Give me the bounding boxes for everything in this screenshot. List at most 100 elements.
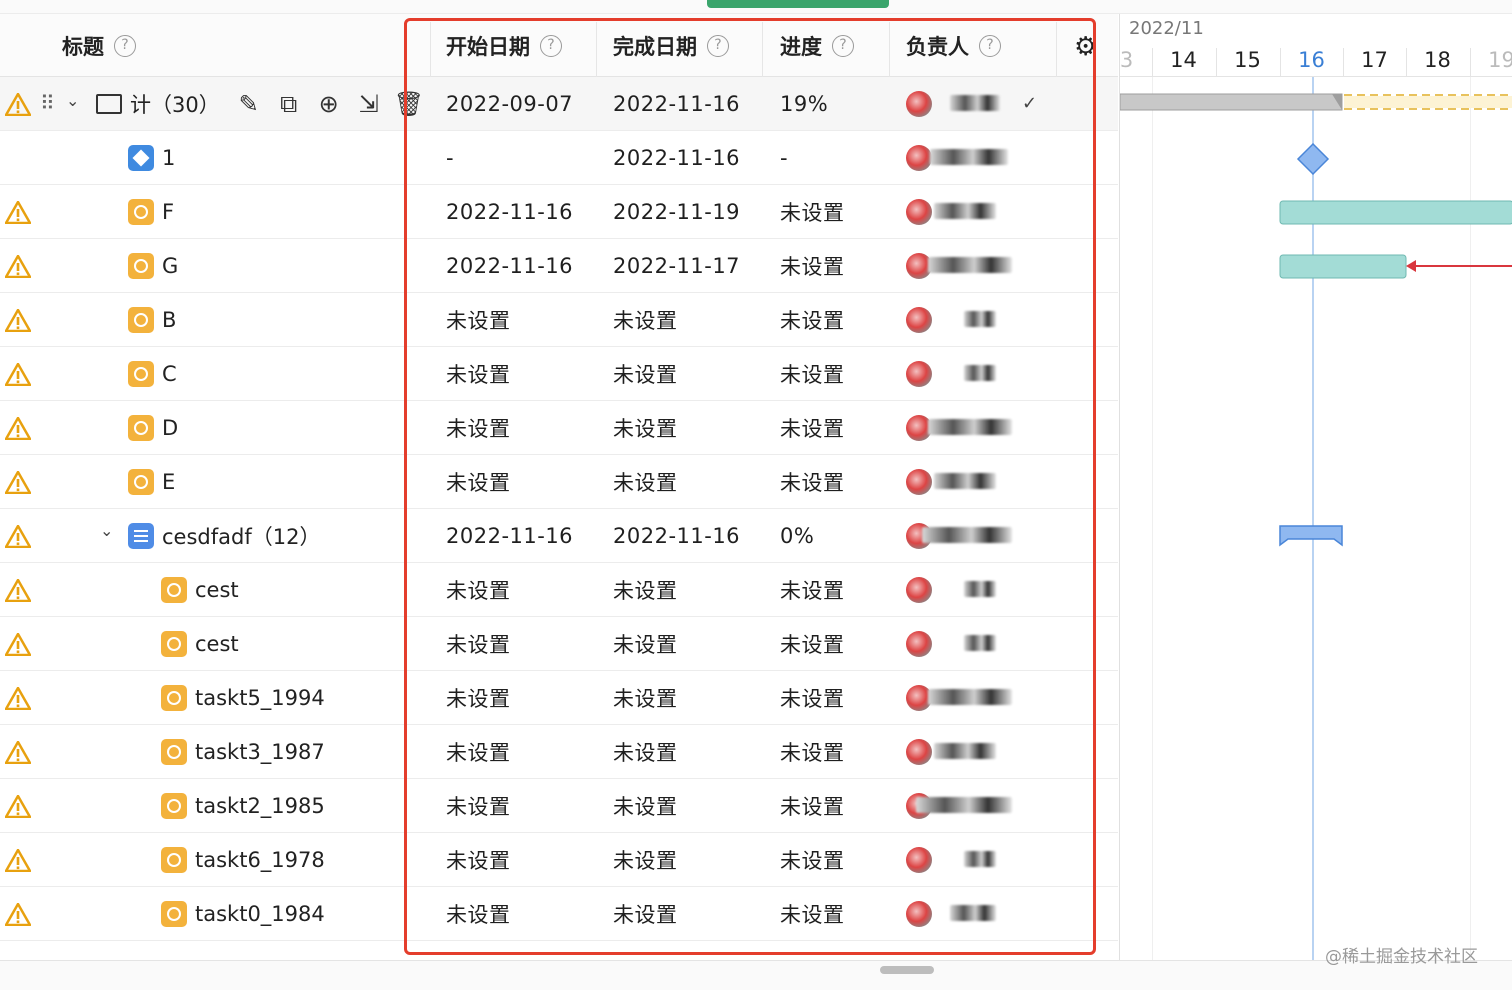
table-row[interactable]: E 未设置 未设置 未设置 [0, 455, 1118, 509]
gantt-chart[interactable]: 2022/11 3141516171819 [1119, 14, 1512, 960]
cell-end-date[interactable]: 未设置 [613, 887, 678, 941]
cell-start-date[interactable]: 未设置 [446, 347, 511, 401]
cell-end-date[interactable]: 2022-11-16 [613, 509, 740, 563]
avatar[interactable] [906, 469, 932, 495]
row-title[interactable]: G [128, 239, 178, 293]
cell-start-date[interactable]: 未设置 [446, 293, 511, 347]
cell-start-date[interactable]: 未设置 [446, 887, 511, 941]
table-row[interactable]: B 未设置 未设置 未设置 [0, 293, 1118, 347]
column-divider[interactable] [1056, 22, 1057, 77]
column-divider[interactable] [596, 22, 597, 77]
avatar[interactable] [906, 91, 932, 117]
table-row[interactable]: G 2022-11-16 2022-11-17 未设置 [0, 239, 1118, 293]
drag-handle-icon[interactable]: ⠿ [40, 91, 55, 115]
cell-progress[interactable]: 未设置 [780, 617, 845, 671]
task-bar-g[interactable] [1279, 254, 1407, 279]
cell-end-date[interactable]: 未设置 [613, 617, 678, 671]
cell-end-date[interactable]: 未设置 [613, 293, 678, 347]
avatar[interactable] [906, 307, 932, 333]
row-title[interactable]: taskt3_1987 [161, 725, 325, 779]
avatar[interactable] [906, 361, 932, 387]
top-tab-indicator[interactable] [707, 0, 889, 8]
header-start-date[interactable]: 开始日期? [446, 14, 562, 77]
delete-icon[interactable]: 🗑 [394, 90, 424, 118]
row-title[interactable]: taskt6_1978 [161, 833, 325, 887]
table-row[interactable]: taskt3_1987 未设置 未设置 未设置 [0, 725, 1118, 779]
avatar[interactable] [906, 901, 932, 927]
avatar[interactable] [906, 577, 932, 603]
cell-end-date[interactable]: 2022-11-17 [613, 239, 740, 293]
cell-end-date[interactable]: 未设置 [613, 671, 678, 725]
row-title[interactable]: 计（30） ✎ ⧉ ⊕ ⇲ 🗑 [96, 77, 424, 131]
cell-start-date[interactable]: 未设置 [446, 725, 511, 779]
help-icon[interactable]: ? [114, 34, 136, 57]
row-title[interactable]: taskt5_1994 [161, 671, 325, 725]
chevron-down-icon[interactable]: ⌄ [100, 521, 113, 540]
help-icon[interactable]: ? [707, 34, 729, 57]
cell-end-date[interactable]: 未设置 [613, 779, 678, 833]
task-bar-f[interactable] [1279, 200, 1512, 225]
cell-end-date[interactable]: 2022-11-16 [613, 131, 740, 185]
row-title[interactable]: cest [161, 617, 239, 671]
avatar[interactable] [906, 739, 932, 765]
cell-end-date[interactable]: 2022-11-19 [613, 185, 740, 239]
table-row[interactable]: taskt2_1985 未设置 未设置 未设置 [0, 779, 1118, 833]
cell-progress[interactable]: 未设置 [780, 185, 845, 239]
row-title[interactable]: C [128, 347, 177, 401]
avatar[interactable] [906, 631, 932, 657]
cell-end-date[interactable]: 未设置 [613, 347, 678, 401]
chevron-down-icon[interactable]: ⌄ [66, 91, 79, 110]
table-row[interactable]: D 未设置 未设置 未设置 [0, 401, 1118, 455]
table-row[interactable]: 1-2022-11-16- [0, 131, 1118, 185]
cell-start-date[interactable]: 2022-11-16 [446, 509, 573, 563]
row-title[interactable]: cest [161, 563, 239, 617]
header-progress[interactable]: 进度? [780, 14, 854, 77]
row-title[interactable]: B [128, 293, 176, 347]
row-title[interactable]: 1 [128, 131, 175, 185]
help-icon[interactable]: ? [979, 34, 1001, 57]
cell-progress[interactable]: 未设置 [780, 455, 845, 509]
header-end-date[interactable]: 完成日期? [613, 14, 729, 77]
row-title[interactable]: cesdfadf（12） [128, 509, 320, 563]
cell-progress[interactable]: 未设置 [780, 401, 845, 455]
milestone-diamond[interactable] [1296, 142, 1330, 176]
gear-icon[interactable]: ⚙ [1074, 32, 1097, 62]
cell-end-date[interactable]: 2022-11-16 [613, 77, 740, 131]
column-divider[interactable] [889, 22, 890, 77]
table-row[interactable]: C 未设置 未设置 未设置 [0, 347, 1118, 401]
cell-progress[interactable]: 未设置 [780, 671, 845, 725]
table-row[interactable]: taskt6_1978 未设置 未设置 未设置 [0, 833, 1118, 887]
horizontal-scrollbar[interactable] [0, 960, 1512, 990]
header-title[interactable]: 标题? [62, 14, 136, 77]
row-title[interactable]: D [128, 401, 178, 455]
cell-end-date[interactable]: 未设置 [613, 833, 678, 887]
row-title[interactable]: taskt0_1984 [161, 887, 325, 941]
table-row[interactable]: F 2022-11-16 2022-11-19 未设置 [0, 185, 1118, 239]
scroll-thumb[interactable] [880, 966, 934, 974]
cell-start-date[interactable]: 未设置 [446, 455, 511, 509]
cell-start-date[interactable]: 未设置 [446, 671, 511, 725]
summary-bar[interactable] [1120, 93, 1343, 111]
group-summary-bar[interactable] [1279, 525, 1343, 547]
cell-end-date[interactable]: 未设置 [613, 563, 678, 617]
cell-progress[interactable]: 0% [780, 509, 814, 563]
avatar[interactable] [906, 199, 932, 225]
cell-end-date[interactable]: 未设置 [613, 401, 678, 455]
cell-start-date[interactable]: 未设置 [446, 401, 511, 455]
avatar[interactable] [906, 145, 932, 171]
row-title[interactable]: taskt2_1985 [161, 779, 325, 833]
column-divider[interactable] [762, 22, 763, 77]
avatar[interactable] [906, 847, 932, 873]
help-icon[interactable]: ? [540, 34, 562, 57]
header-owner[interactable]: 负责人? [906, 14, 1001, 77]
cell-end-date[interactable]: 未设置 [613, 455, 678, 509]
column-divider[interactable] [430, 22, 431, 77]
cell-start-date[interactable]: 未设置 [446, 833, 511, 887]
cell-end-date[interactable]: 未设置 [613, 725, 678, 779]
cell-progress[interactable]: 未设置 [780, 347, 845, 401]
cell-progress[interactable]: - [780, 131, 788, 185]
table-row[interactable]: taskt0_1984 未设置 未设置 未设置 [0, 887, 1118, 941]
table-row[interactable]: cest 未设置 未设置 未设置 [0, 563, 1118, 617]
cell-progress[interactable]: 未设置 [780, 293, 845, 347]
cell-start-date[interactable]: 2022-09-07 [446, 77, 573, 131]
